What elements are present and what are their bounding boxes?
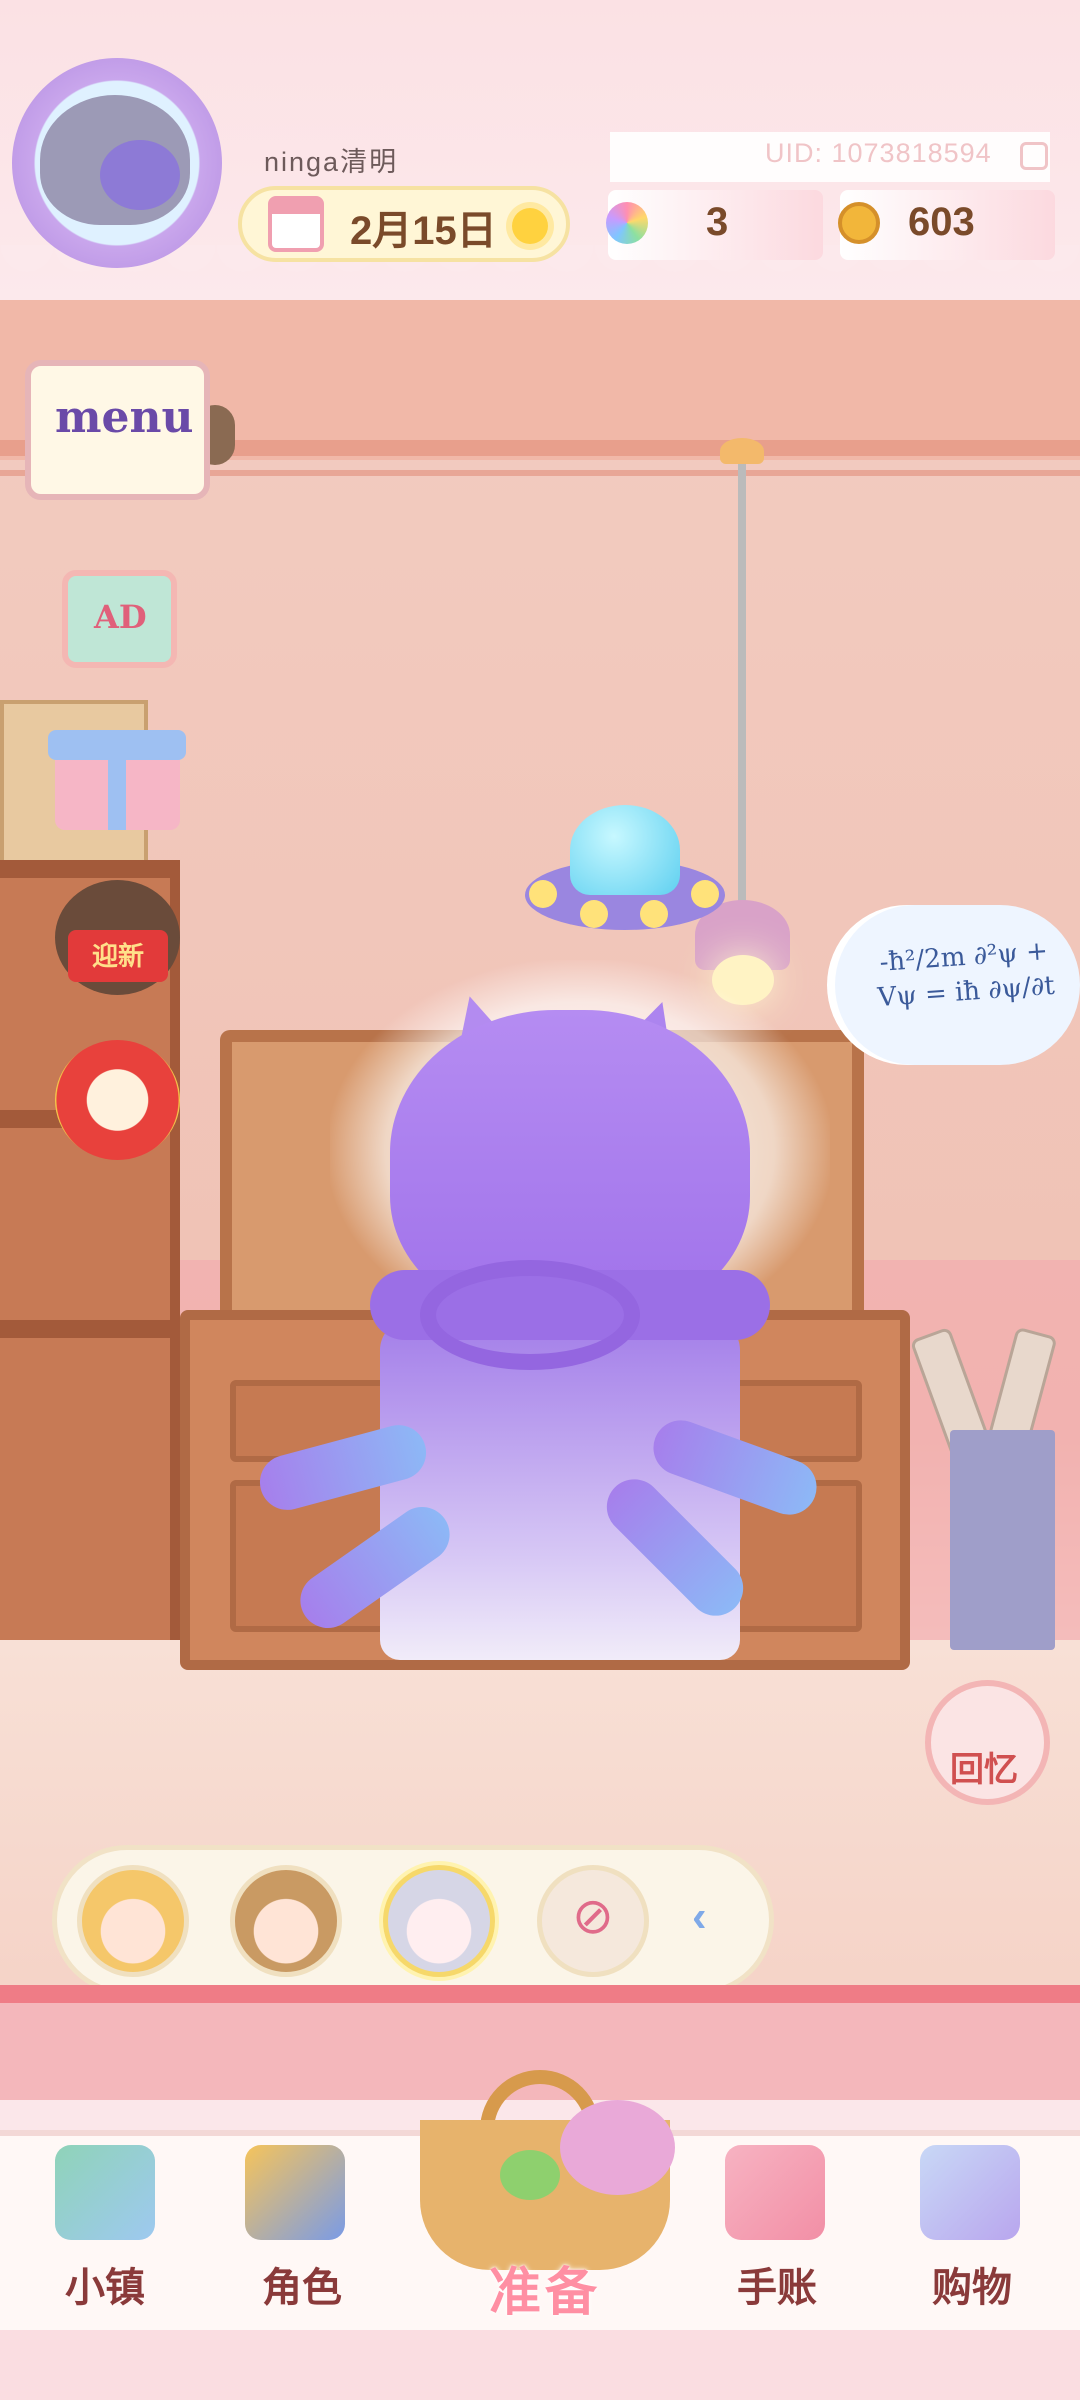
shopping-bag-icon[interactable] xyxy=(920,2145,1020,2240)
journal-book-icon[interactable] xyxy=(725,2145,825,2240)
nav-item-journal[interactable]: 手账 xyxy=(697,2255,857,2313)
menu-label: menu xyxy=(55,392,194,443)
character-avatar-brown-hair-boy[interactable] xyxy=(230,1865,342,1977)
lamp-cap xyxy=(720,438,764,464)
character-doll-icon[interactable] xyxy=(245,2145,345,2240)
calendar-icon xyxy=(268,196,324,252)
lamp-pole xyxy=(738,450,746,920)
ufo-dome xyxy=(570,805,680,895)
octopus-costume-body xyxy=(380,1320,740,1660)
thought-bubble-equation: -ħ²/2m ∂²ψ + Vψ = iħ ∂ψ/∂t xyxy=(876,936,1056,1014)
memory-label: 回忆 xyxy=(950,1751,1018,1789)
nav-bottom-strip xyxy=(0,2330,1080,2400)
octopus-bow xyxy=(420,1260,640,1370)
nav-item-town[interactable]: 小镇 xyxy=(25,2255,185,2313)
copy-icon[interactable] xyxy=(1020,142,1048,170)
nav-item-character[interactable]: 角色 xyxy=(222,2255,382,2313)
sun-hat-icon xyxy=(560,2100,675,2195)
nav-top-strip xyxy=(0,1985,1080,2003)
umbrella-bin xyxy=(950,1430,1055,1650)
character-avatar-silver-hair-girl[interactable] xyxy=(383,1865,495,1977)
avatar-purple-cat-icon xyxy=(100,140,180,210)
town-map-icon[interactable] xyxy=(55,2145,155,2240)
nav-item-prepare[interactable]: 准备 xyxy=(420,2250,670,2325)
green-bow-icon xyxy=(500,2150,560,2200)
gift-ribbon-icon xyxy=(108,730,126,830)
collapse-arrow-icon[interactable]: ‹ xyxy=(692,1892,707,1942)
rainbow-flower-icon xyxy=(606,202,648,244)
nav-item-shop[interactable]: 购物 xyxy=(892,2255,1052,2313)
coin-icon xyxy=(838,202,880,244)
sun-weather-icon xyxy=(512,208,548,244)
flower-currency-value: 3 xyxy=(706,200,729,244)
date-text: 2月15日 xyxy=(350,209,497,253)
username: ninga清明 xyxy=(264,147,399,177)
uid-text: UID: 1073818594 xyxy=(765,138,992,168)
ad-label: AD xyxy=(94,598,147,636)
coin-currency-value: 603 xyxy=(908,200,975,244)
lion-dance-event-button[interactable] xyxy=(55,1040,180,1160)
character-avatar-blonde-girl[interactable] xyxy=(77,1865,189,1977)
event-card-label: 迎新 xyxy=(68,930,168,982)
eye-off-icon: ⊘ xyxy=(572,1888,614,1944)
